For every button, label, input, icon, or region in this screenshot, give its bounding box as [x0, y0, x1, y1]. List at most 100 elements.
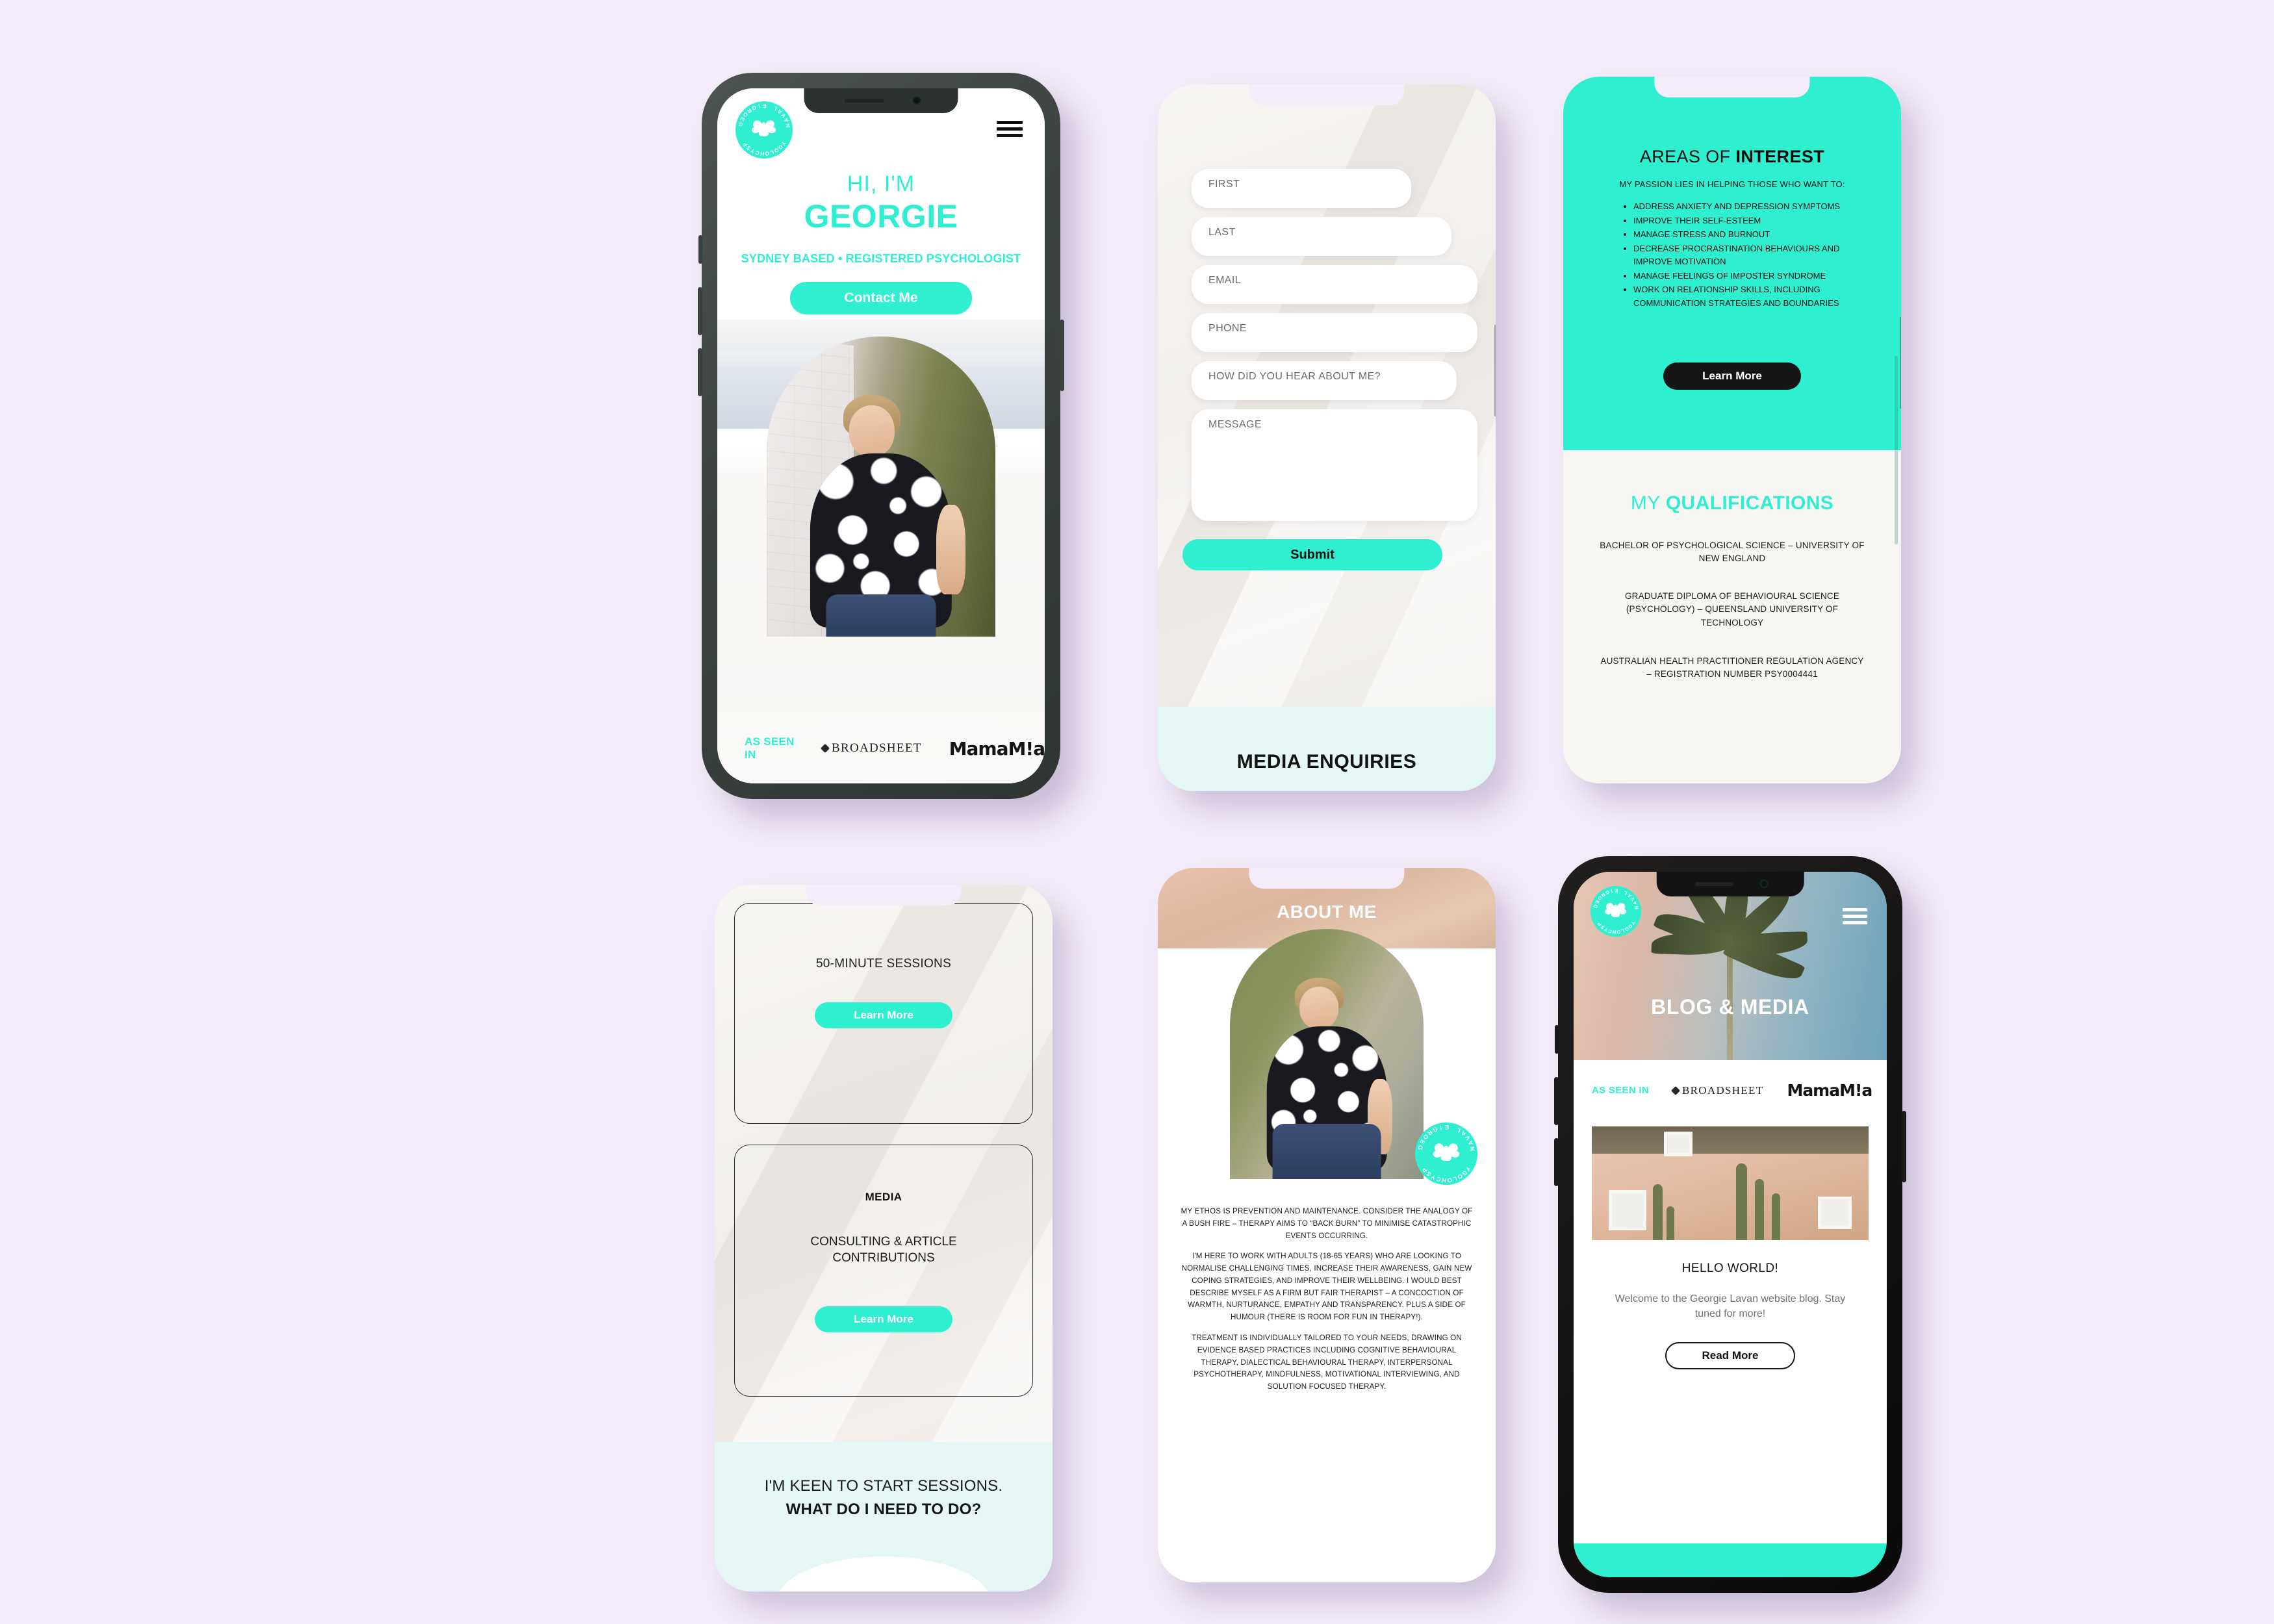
power-button[interactable]: [1060, 320, 1064, 391]
hamburger-menu-icon[interactable]: [997, 121, 1023, 137]
blog-post-excerpt: Welcome to the Georgie Lavan website blo…: [1615, 1293, 1846, 1320]
areas-of-interest-heading: AREAS OF INTEREST: [1639, 147, 1825, 166]
qualification-item: BACHELOR OF PSYCHOLOGICAL SCIENCE – UNIV…: [1600, 540, 1865, 564]
qualification-item: AUSTRALIAN HEALTH PRACTITIONER REGULATIO…: [1600, 656, 1864, 679]
phone-input[interactable]: PHONE: [1192, 313, 1477, 352]
as-seen-in-row: AS SEEN IN BROADSHEET MamaM!a: [1592, 1081, 1872, 1100]
logo-ring-text: GEORGIE LAVANPSYCHOLOGY: [1592, 887, 1640, 935]
wave-divider: [776, 1556, 991, 1592]
email-input[interactable]: EMAIL: [1192, 265, 1477, 304]
device-notch: [1249, 84, 1405, 105]
phone-mockup-about: ABOUT ME GEORGIE LAVANPSYCHOLOGY MY ETHO…: [1158, 868, 1496, 1582]
media-card-eyebrow: MEDIA: [865, 1191, 902, 1203]
media-card-title: CONSULTING & ARTICLE CONTRIBUTIONS: [810, 1235, 957, 1265]
volume-down-button[interactable]: [698, 348, 702, 396]
phone-screen-interest: AREAS OF INTEREST MY PASSION LIES IN HEL…: [1563, 77, 1901, 783]
hero-greeting: HI, I'M: [847, 171, 915, 196]
about-paragraph: MY ETHOS IS PREVENTION AND MAINTENANCE. …: [1181, 1207, 1473, 1240]
cactus-icon: [1771, 1193, 1780, 1240]
brand-logo-badge[interactable]: GEORGIE LAVANPSYCHOLOGY: [1415, 1123, 1477, 1185]
mamamia-logo[interactable]: MamaM!a: [1787, 1081, 1872, 1100]
cta-line-2: WHAT DO I NEED TO DO?: [786, 1501, 982, 1518]
device-notch: [1656, 872, 1804, 896]
interest-list-item: WORK ON RELATIONSHIP SKILLS, INCLUDING C…: [1633, 283, 1871, 310]
interest-list-item: MANAGE FEELINGS OF IMPOSTER SYNDROME: [1633, 270, 1871, 283]
qualification-item: GRADUATE DIPLOMA OF BEHAVIOURAL SCIENCE …: [1624, 591, 1840, 628]
last-name-input[interactable]: LAST: [1192, 217, 1451, 256]
media-card: MEDIA CONSULTING & ARTICLE CONTRIBUTIONS…: [734, 1145, 1033, 1397]
sessions-learn-more-button[interactable]: Learn More: [815, 1002, 952, 1028]
front-camera: [1759, 880, 1769, 888]
hero-tagline: SYDNEY BASED • REGISTERED PSYCHOLOGIST: [741, 252, 1021, 265]
hero-name: GEORGIE: [804, 198, 958, 235]
cactus-icon: [1735, 1163, 1747, 1240]
device-notch: [1249, 868, 1405, 889]
cactus-icon: [1652, 1184, 1663, 1240]
blog-post-image[interactable]: [1592, 1126, 1869, 1240]
areas-of-interest-list: ADDRESS ANXIETY AND DEPRESSION SYMPTOMSI…: [1633, 200, 1871, 311]
referral-source-input[interactable]: HOW DID YOU HEAR ABOUT ME?: [1192, 361, 1457, 400]
logo-ring-text: GEORGIE LAVANPSYCHOLOGY: [1416, 1124, 1476, 1184]
mamamia-logo[interactable]: MamaM!a: [949, 738, 1045, 759]
as-seen-in-row: AS SEEN IN BROADSHEET MamaM!a: [745, 735, 1045, 761]
mute-switch[interactable]: [1555, 1025, 1559, 1054]
cactus-icon: [1667, 1206, 1675, 1240]
contact-me-button[interactable]: Contact Me: [790, 282, 972, 314]
media-learn-more-button[interactable]: Learn More: [815, 1306, 952, 1332]
scrollbar[interactable]: [1895, 356, 1898, 544]
volume-up-button[interactable]: [698, 287, 702, 335]
power-button[interactable]: [1900, 316, 1901, 409]
about-paragraph: I'M HERE TO WORK WITH ADULTS (18-65 YEAR…: [1181, 1252, 1472, 1322]
volume-down-button[interactable]: [1554, 1138, 1559, 1186]
phone-mockup-contact: FIRST LAST EMAIL PHONE HOW DID YOU HEAR …: [1158, 84, 1496, 791]
hero-portrait-photo: [767, 336, 995, 637]
message-textarea[interactable]: MESSAGE: [1192, 409, 1477, 521]
interest-list-item: MANAGE STRESS AND BURNOUT: [1633, 228, 1871, 242]
as-seen-in-label: AS SEEN IN: [745, 735, 795, 761]
about-me-heading: ABOUT ME: [1276, 902, 1377, 922]
brand-logo-badge[interactable]: GEORGIE LAVANPSYCHOLOGY: [1591, 886, 1641, 937]
read-more-button[interactable]: Read More: [1665, 1342, 1795, 1369]
volume-up-button[interactable]: [1554, 1077, 1559, 1125]
logo-ring-text: GEORGIE LAVANPSYCHOLOGY: [737, 103, 791, 158]
footer-bar: [1574, 1543, 1887, 1577]
phone-screen-contact: FIRST LAST EMAIL PHONE HOW DID YOU HEAR …: [1158, 84, 1496, 791]
mockup-canvas: GEORGIE LAVANPSYCHOLOGY HI, I'M GEORGIE …: [0, 0, 2274, 1624]
front-camera: [912, 96, 921, 105]
device-bezel: GEORGIE LAVANPSYCHOLOGY BLOG & MEDIA AS …: [1554, 856, 1906, 1593]
earpiece-speaker: [844, 99, 884, 103]
sessions-card-title: 50-MINUTE SESSIONS: [815, 957, 952, 971]
brand-logo-badge[interactable]: GEORGIE LAVANPSYCHOLOGY: [735, 101, 793, 159]
first-name-input[interactable]: FIRST: [1192, 169, 1411, 208]
about-body: MY ETHOS IS PREVENTION AND MAINTENANCE. …: [1180, 1206, 1474, 1402]
window-icon: [1818, 1197, 1852, 1229]
power-button[interactable]: [1494, 324, 1496, 417]
interest-list-item: ADDRESS ANXIETY AND DEPRESSION SYMPTOMS: [1633, 200, 1871, 214]
media-enquiries-band: [1158, 707, 1496, 791]
broadsheet-logo[interactable]: BROADSHEET: [1670, 1084, 1763, 1097]
device-bezel: GEORGIE LAVANPSYCHOLOGY HI, I'M GEORGIE …: [698, 73, 1064, 799]
window-icon: [1608, 1190, 1646, 1230]
device-notch: [1654, 77, 1810, 97]
blog-page-title: BLOG & MEDIA: [1651, 995, 1809, 1019]
phone-screen-about: ABOUT ME GEORGIE LAVANPSYCHOLOGY MY ETHO…: [1158, 868, 1496, 1582]
broadsheet-logo[interactable]: BROADSHEET: [820, 741, 922, 755]
device-notch: [804, 88, 958, 113]
roofline: [1592, 1126, 1869, 1154]
power-button[interactable]: [1902, 1111, 1906, 1182]
qualifications-heading: MY QUALIFICATIONS: [1630, 492, 1834, 514]
phone-screen-home: GEORGIE LAVANPSYCHOLOGY HI, I'M GEORGIE …: [717, 88, 1045, 783]
earpiece-speaker: [1694, 882, 1733, 886]
phone-mockup-services: 50-MINUTE SESSIONS Learn More MEDIA CONS…: [715, 885, 1053, 1592]
mute-switch[interactable]: [698, 235, 702, 264]
sessions-card: 50-MINUTE SESSIONS Learn More: [734, 903, 1033, 1124]
interest-learn-more-button[interactable]: Learn More: [1663, 362, 1801, 390]
hamburger-menu-icon[interactable]: [1843, 908, 1867, 924]
media-enquiries-heading: MEDIA ENQUIRIES: [1236, 751, 1417, 772]
phone-screen-blog: GEORGIE LAVANPSYCHOLOGY BLOG & MEDIA AS …: [1574, 872, 1887, 1577]
window-icon: [1663, 1132, 1693, 1156]
device-notch: [806, 885, 962, 906]
submit-button[interactable]: Submit: [1182, 539, 1442, 570]
blog-post-title: HELLO WORLD!: [1681, 1262, 1779, 1275]
interest-list-item: DECREASE PROCRASTINATION BEHAVIOURS AND …: [1633, 242, 1871, 269]
